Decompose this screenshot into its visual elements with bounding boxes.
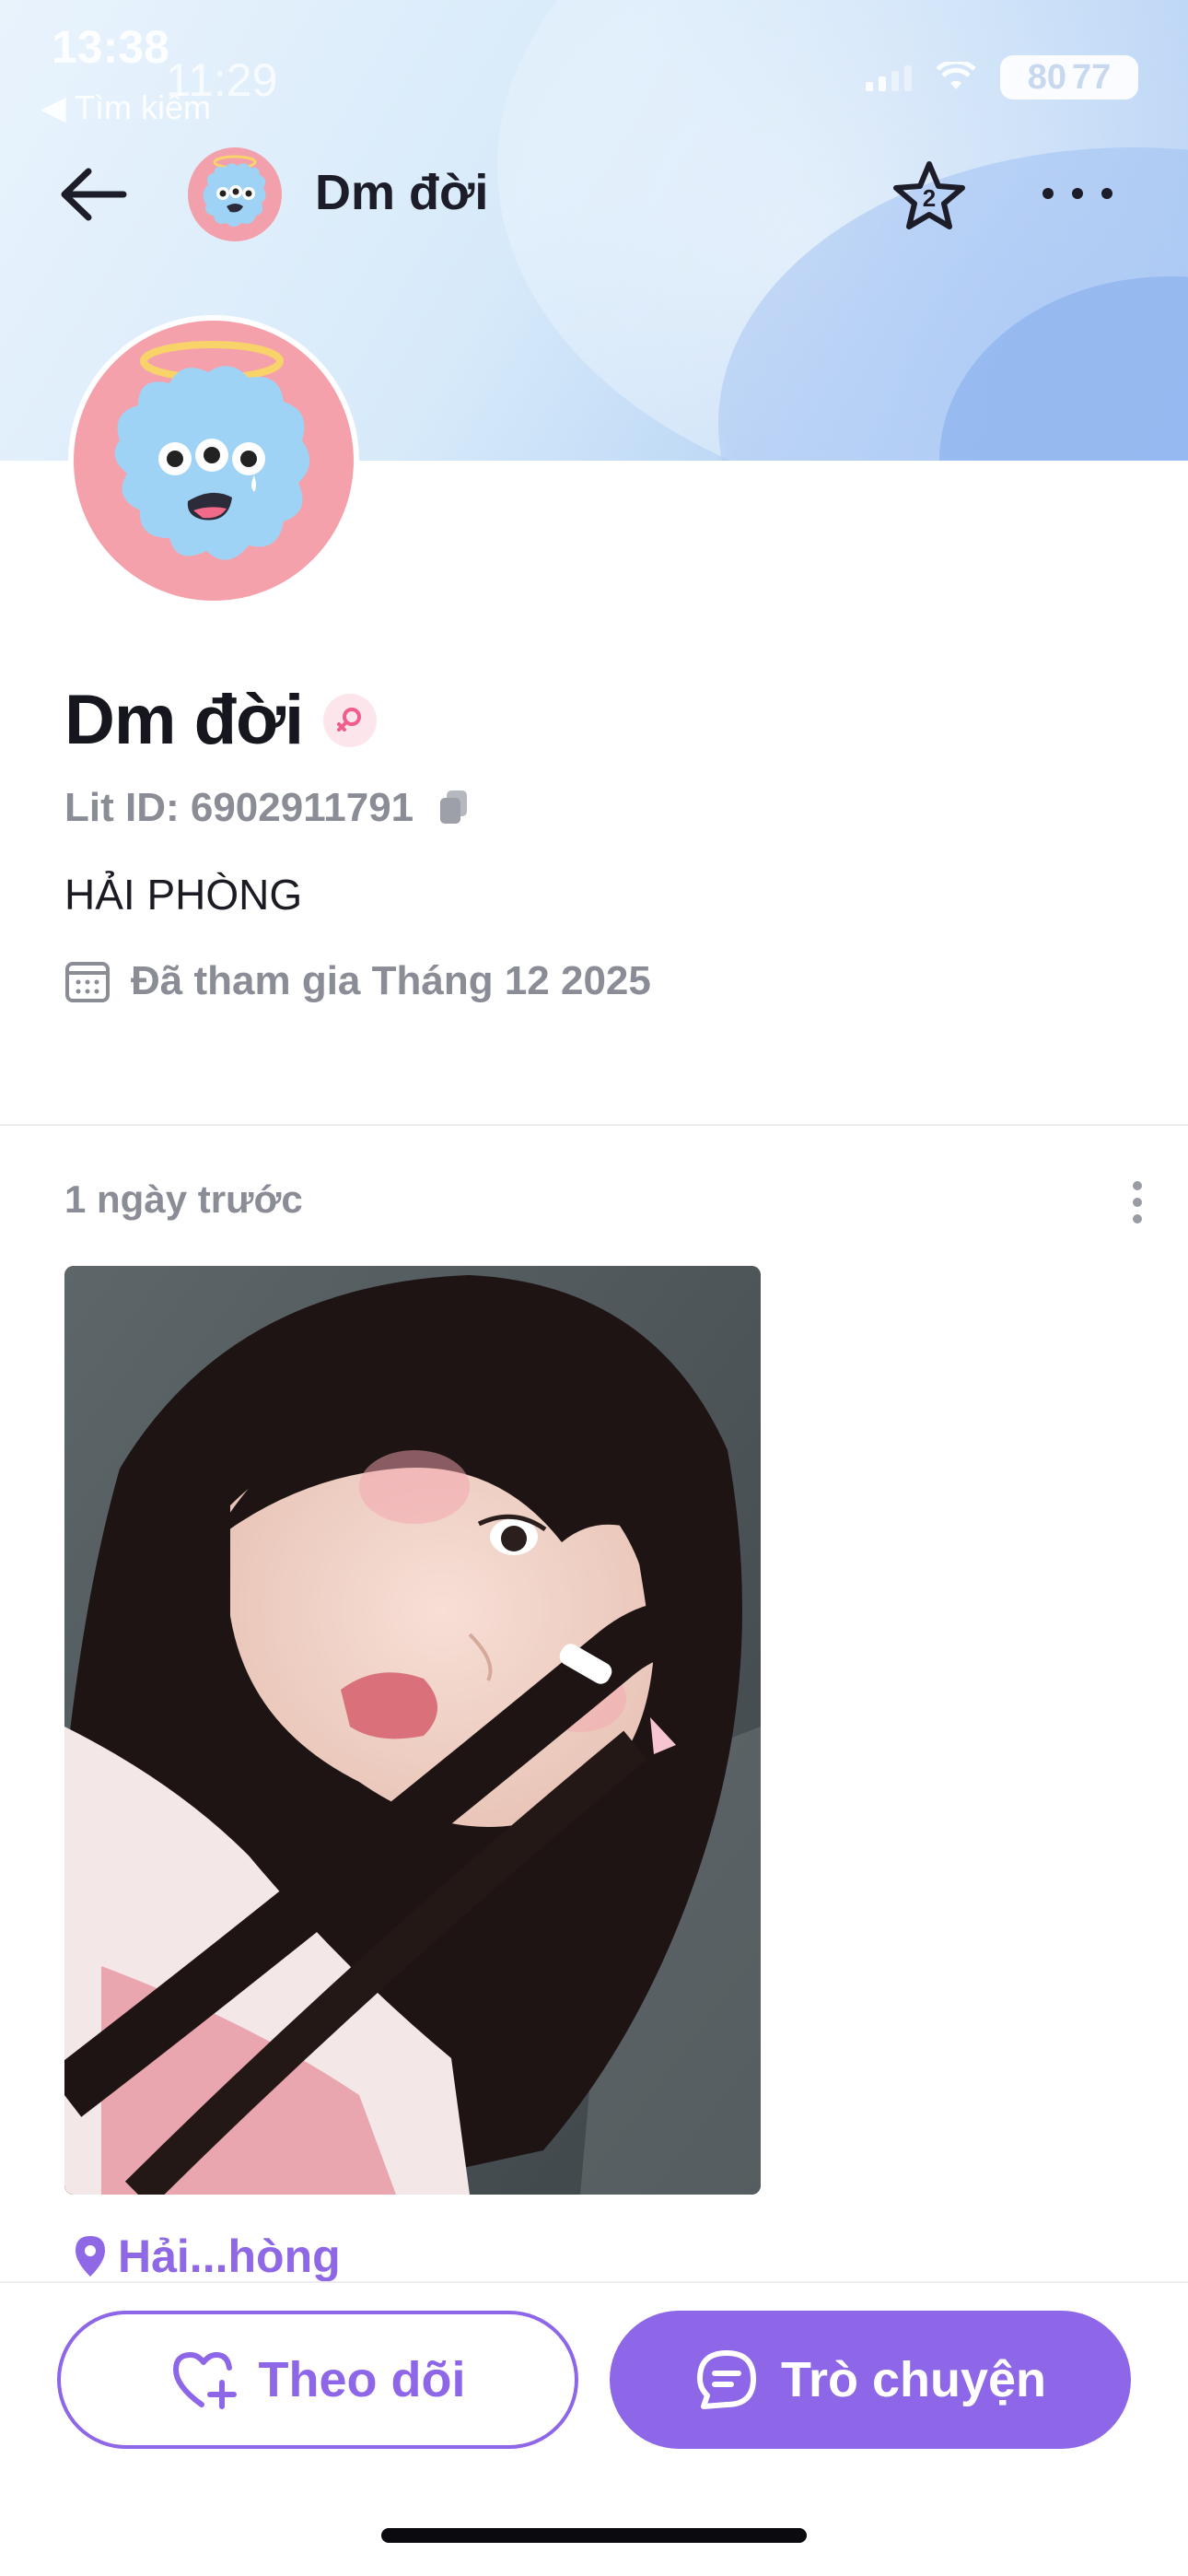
heart-plus-icon (172, 2352, 237, 2409)
post-location[interactable]: Hải...hòng (72, 2230, 341, 2283)
map-pin-icon (76, 2236, 105, 2277)
header-avatar[interactable] (188, 147, 282, 241)
arrow-left-icon[interactable] (57, 162, 131, 227)
more-vertical-icon[interactable] (1124, 1179, 1151, 1225)
home-indicator[interactable] (381, 2528, 807, 2543)
chat-button[interactable]: Trò chuyện (610, 2311, 1131, 2449)
wifi-icon (936, 62, 976, 89)
header-title: Dm đời (315, 165, 489, 220)
joined-date: Đã tham gia Tháng 12 2025 (131, 958, 651, 1003)
calendar-icon (65, 962, 110, 1002)
monster-avatar-icon (203, 155, 266, 227)
copy-icon[interactable] (437, 789, 471, 827)
lit-id-row: Lit ID: 6902911791 (64, 785, 471, 831)
top-nav: Dm đời 2 (0, 138, 1188, 249)
joined-row: Đã tham gia Tháng 12 2025 (64, 958, 651, 1004)
cellular-signal-icon (866, 64, 912, 91)
profile-name: Dm đời (64, 681, 304, 759)
monster-avatar-icon (114, 341, 310, 560)
post-timestamp: 1 ngày trước (64, 1177, 303, 1221)
selfie-photo (64, 1266, 761, 2195)
star-count: 2 (923, 184, 936, 212)
status-time: 13:38 (52, 21, 169, 73)
battery-icon: 80 77 (1000, 55, 1138, 100)
back-to-app-link[interactable]: ◀ Tìm kiếm (41, 88, 211, 127)
battery-level-overlay: 77 (1072, 57, 1112, 97)
profile-avatar[interactable] (68, 315, 359, 606)
profile-location: HẢI PHÒNG (64, 871, 303, 919)
female-icon (323, 693, 378, 747)
post-location-text: Hải...hòng (118, 2231, 341, 2282)
follow-button[interactable]: Theo dõi (57, 2311, 578, 2449)
chat-bubble-icon (696, 2350, 756, 2409)
status-bar: 13:38 11:29 ◀ Tìm kiếm 80 77 (0, 0, 1188, 138)
follow-label: Theo dõi (258, 2352, 466, 2407)
profile-name-row: Dm đời (64, 680, 378, 760)
section-divider (0, 1124, 1188, 1126)
chat-label: Trò chuyện (780, 2352, 1047, 2407)
post-photo[interactable] (64, 1266, 761, 2195)
more-horizontal-icon[interactable] (1041, 179, 1114, 206)
lit-id: Lit ID: 6902911791 (64, 785, 414, 830)
star-icon[interactable]: 2 (890, 158, 969, 232)
battery-level: 80 (1027, 57, 1066, 97)
